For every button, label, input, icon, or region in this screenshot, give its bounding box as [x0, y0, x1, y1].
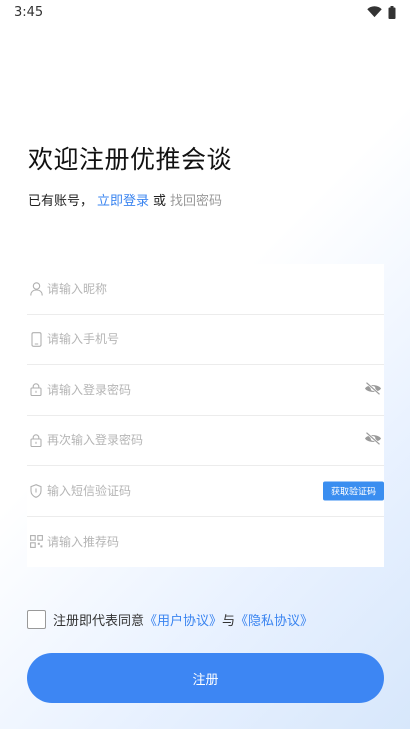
- login-prompt: 已有账号， 立即登录 或 找回密码: [28, 190, 222, 209]
- privacy-agreement-link[interactable]: 《隐私协议》: [235, 610, 313, 629]
- referral-input[interactable]: [47, 516, 384, 567]
- register-button[interactable]: 注册: [27, 653, 384, 703]
- eye-off-icon[interactable]: [364, 380, 382, 399]
- agreement-row: 注册即代表同意 《用户协议》 与 《隐私协议》: [27, 610, 313, 629]
- agreement-prefix: 注册即代表同意: [53, 614, 145, 629]
- find-password-link[interactable]: 找回密码: [170, 190, 222, 209]
- qr-code-icon: [29, 535, 43, 549]
- phone-input[interactable]: [47, 314, 384, 364]
- shield-icon: [29, 483, 43, 498]
- login-link[interactable]: 立即登录: [97, 190, 149, 209]
- page-title: 欢迎注册优推会谈: [28, 145, 233, 174]
- has-account-text: 已有账号，: [28, 194, 94, 209]
- phone-row: [27, 314, 384, 365]
- lock-icon: [29, 383, 43, 397]
- eye-off-icon[interactable]: [364, 431, 382, 450]
- battery-icon: [388, 5, 396, 19]
- user-agreement-link[interactable]: 《用户协议》: [144, 610, 222, 629]
- get-code-button[interactable]: 获取验证码: [323, 481, 384, 501]
- password-row: [27, 365, 384, 416]
- wifi-icon: [367, 6, 382, 18]
- agree-checkbox[interactable]: [27, 610, 46, 629]
- agreement-and: 与: [222, 614, 236, 629]
- status-icons: [367, 5, 396, 19]
- status-time: 3:45: [14, 4, 44, 20]
- confirm-password-input[interactable]: [47, 415, 384, 465]
- nickname-input[interactable]: [47, 264, 384, 314]
- sms-code-row: 获取验证码: [27, 466, 384, 517]
- confirm-password-row: [27, 415, 384, 466]
- password-input[interactable]: [47, 365, 384, 415]
- status-bar: 3:45: [0, 0, 410, 24]
- register-form: 获取验证码: [27, 264, 384, 567]
- or-text: 或: [153, 194, 167, 209]
- lock-icon: [29, 433, 43, 447]
- phone-icon: [29, 331, 43, 347]
- user-icon: [29, 281, 43, 296]
- referral-row: [27, 516, 384, 567]
- nickname-row: [27, 264, 384, 315]
